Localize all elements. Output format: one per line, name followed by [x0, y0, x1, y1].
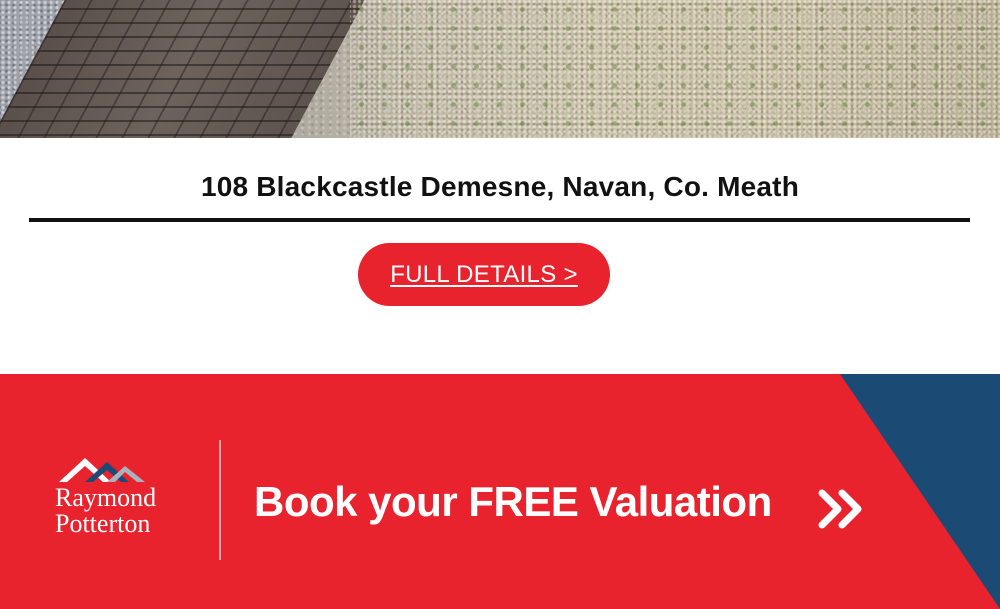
full-details-label: FULL DETAILS > [390, 260, 578, 288]
property-photo[interactable] [0, 0, 1000, 138]
raymond-potterton-logo: Raymond Potterton [55, 452, 195, 544]
photo-gravel-lawn [350, 0, 1000, 138]
logo-wordmark: Raymond Potterton [55, 485, 156, 537]
banner-headline: Book your FREE Valuation [254, 478, 772, 525]
full-details-button[interactable]: FULL DETAILS > [358, 243, 610, 306]
logo-line1: Raymond [55, 483, 157, 512]
property-address: 108 Blackcastle Demesne, Navan, Co. Meat… [200, 171, 800, 202]
address-divider [29, 218, 970, 222]
photo-brick-path [0, 0, 371, 138]
logo-line2: Potterton [55, 509, 151, 538]
logo-divider [219, 440, 221, 560]
valuation-banner[interactable]: Raymond Potterton Book your FREE Valuati… [0, 374, 1000, 609]
double-chevron-right-icon [818, 489, 862, 529]
